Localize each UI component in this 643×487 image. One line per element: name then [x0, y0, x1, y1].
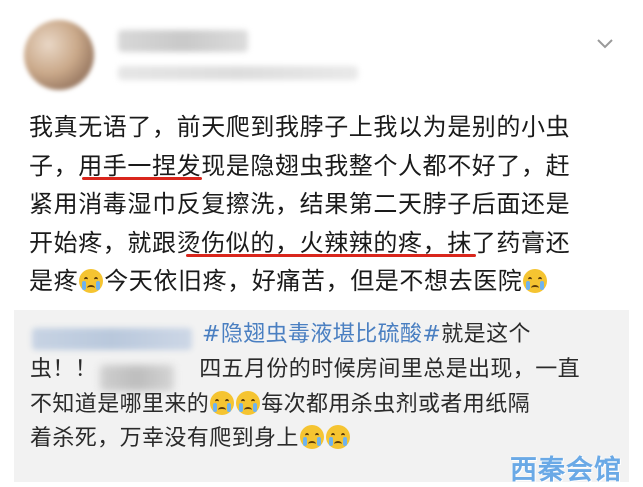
post-line: 紧用消毒湿巾反复擦洗，结果第二天脖子后面还是	[29, 190, 571, 218]
hashtag-link[interactable]: #隐翅虫毒液堪比硫酸#	[202, 322, 441, 347]
weibo-post: 我真无语了，前天爬到我脖子上我以为是别的小虫 子，用手一捏发现是隐翅虫我整个人都…	[0, 0, 643, 310]
repost-line-text: 每次都用杀虫剂或者用纸隔	[261, 391, 531, 417]
post-content: 我真无语了，前天爬到我脖子上我以为是别的小虫 子，用手一捏发现是隐翅虫我整个人都…	[29, 108, 629, 301]
crying-face-icon	[236, 390, 261, 415]
red-underline	[186, 254, 476, 257]
watermark: 西秦会馆	[510, 455, 622, 486]
chevron-down-icon[interactable]	[596, 34, 614, 52]
post-line: 我真无语了，前天爬到我脖子上我以为是别的小虫	[29, 113, 571, 141]
repost-line-text: 着杀死，万幸没有爬到身上	[30, 426, 299, 452]
repost-text: #隐翅虫毒液堪比硫酸#就是这个 虫！！ 四五月份的时候房间里总是出现，一直 不知道…	[30, 318, 620, 457]
post-line-text: 今天依旧疼，好痛苦，但是不想去医院	[104, 267, 523, 295]
post-meta-blurred	[118, 66, 358, 80]
avatar[interactable]	[24, 20, 94, 90]
repost-line-text: 就是这个	[441, 322, 531, 347]
repost-line: #隐翅虫毒液堪比硫酸#就是这个	[30, 318, 620, 353]
crying-face-icon	[325, 425, 350, 450]
repost-line: 不知道是哪里来的 每次都用杀虫剂或者用纸隔	[30, 388, 620, 423]
crying-face-icon	[523, 269, 548, 293]
post-line-text: 是疼	[29, 267, 79, 295]
crying-face-icon	[210, 390, 235, 415]
username-blurred[interactable]	[118, 30, 248, 52]
crying-face-icon	[79, 269, 104, 293]
repost-line-text: 不知道是哪里来的	[30, 391, 210, 417]
red-underline	[82, 177, 202, 180]
post-line: 是疼 今天依旧疼，好痛苦，但是不想去医院	[29, 262, 629, 301]
repost-line: 虫！！ 四五月份的时候房间里总是出现，一直	[30, 353, 620, 388]
crying-face-icon	[299, 425, 324, 450]
repost-line-text: 虫！！	[30, 356, 98, 382]
repost-line-text: 四五月份的时候房间里总是出现，一直	[199, 356, 581, 382]
